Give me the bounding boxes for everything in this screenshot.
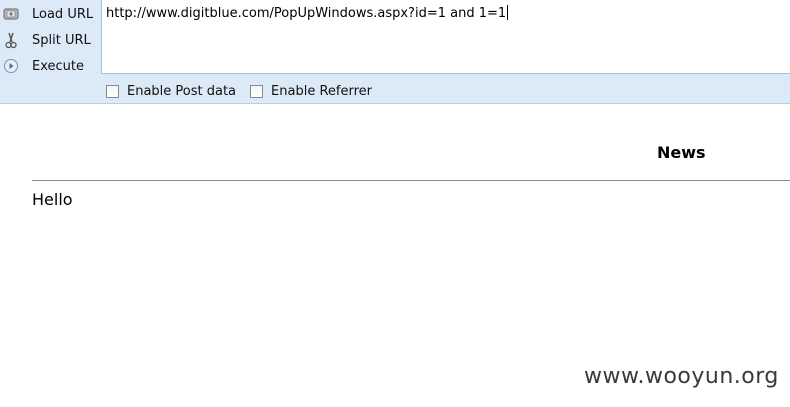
horizontal-divider [32,180,790,181]
options-row: Enable Post data Enable Referrer [106,82,386,100]
hackbar-actions: Load URL Split URL Execute [0,0,100,80]
execute-button[interactable]: Execute [0,55,100,77]
split-url-button[interactable]: Split URL [0,29,100,51]
split-url-label: Split URL [32,32,91,48]
url-textarea[interactable]: http://www.digitblue.com/PopUpWindows.as… [101,0,790,74]
load-url-icon [2,5,20,23]
play-icon [2,57,20,75]
enable-post-data-label: Enable Post data [127,83,237,99]
watermark: www.wooyun.org [584,364,779,389]
text-caret [507,5,509,20]
scissors-icon [2,31,20,49]
enable-referrer-checkbox[interactable]: Enable Referrer [250,84,372,99]
enable-referrer-label: Enable Referrer [271,83,372,99]
load-url-label: Load URL [32,6,94,22]
execute-label: Execute [32,58,84,74]
referrer-checkbox-box[interactable] [250,84,264,98]
news-heading: News [657,143,706,162]
hello-text: Hello [32,190,73,209]
load-url-button[interactable]: Load URL [0,3,100,25]
url-value: http://www.digitblue.com/PopUpWindows.as… [106,5,509,21]
post-data-checkbox-box[interactable] [106,84,119,98]
enable-post-data-checkbox[interactable]: Enable Post data [106,84,236,99]
hackbar-toolbar: Load URL Split URL Execute http://www.di… [0,0,790,104]
